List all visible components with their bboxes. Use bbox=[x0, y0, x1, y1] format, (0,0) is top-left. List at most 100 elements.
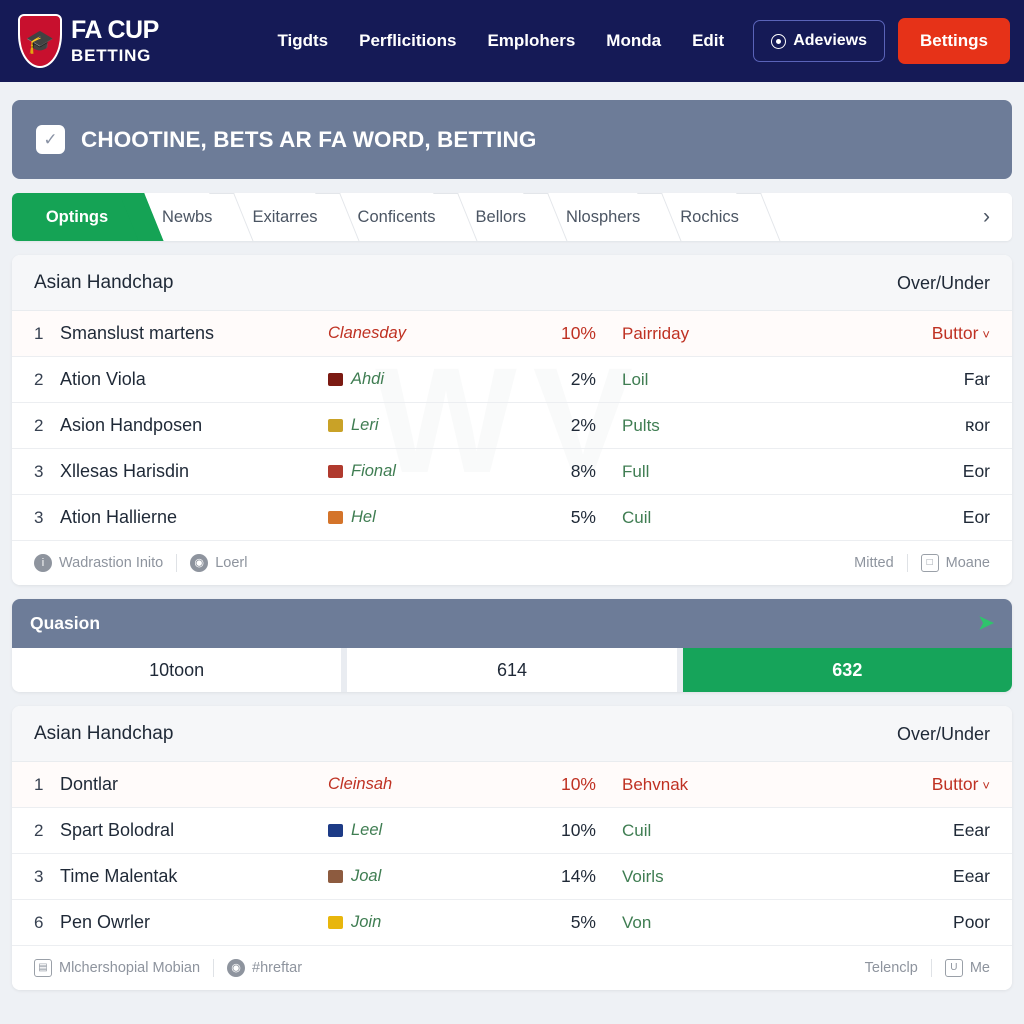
table-row[interactable]: 3 Xllesas Harisdin Fional 8% Full Eor bbox=[12, 449, 1012, 495]
row-middle: Behvnak bbox=[622, 774, 689, 794]
table-row[interactable]: 3 Time Malentak Joal 14% Voirls Eear bbox=[12, 854, 1012, 900]
row-percent: 14% bbox=[560, 866, 596, 886]
tabs-next-icon[interactable]: › bbox=[973, 193, 1012, 241]
flag-icon bbox=[328, 870, 343, 883]
market-rows: 1 Dontlar Cleinsah 10% Behvnak Buttor ˅ 2… bbox=[12, 762, 1012, 946]
market-rows: 1 Smanslust martens Clanesday 10% Pairri… bbox=[12, 311, 1012, 541]
footer-loerl[interactable]: ◉ Loerl bbox=[190, 554, 247, 572]
flag-icon bbox=[328, 511, 343, 524]
footer-wadrastion-inito[interactable]: i Wadrastion Inito bbox=[34, 554, 163, 572]
tab-label: Rochics bbox=[680, 207, 739, 226]
footer-divider bbox=[176, 554, 178, 572]
quasion-option-1[interactable]: 10toon bbox=[12, 648, 342, 692]
location-pin-icon: ◉ bbox=[227, 959, 246, 977]
footer-divider bbox=[906, 554, 908, 572]
nav-link-perflicitions[interactable]: Perflicitions bbox=[359, 31, 456, 51]
footer-divider bbox=[930, 959, 932, 977]
row-percent: 10% bbox=[560, 820, 596, 840]
footer-label: #hreftar bbox=[252, 960, 303, 976]
row-action[interactable]: Far bbox=[964, 369, 990, 390]
footer-me[interactable]: U Me bbox=[944, 959, 990, 977]
row-action[interactable]: Buttor ˅ bbox=[932, 323, 990, 344]
nav-link-emplohers[interactable]: Emplohers bbox=[487, 31, 575, 51]
row-tag: Join bbox=[328, 913, 508, 932]
adeviews-button[interactable]: Adeviews bbox=[753, 20, 885, 62]
row-tag: Ahdi bbox=[328, 370, 508, 389]
row-action[interactable]: Eor bbox=[963, 461, 990, 482]
row-rank: 2 bbox=[34, 415, 44, 435]
row-action[interactable]: Eor bbox=[963, 507, 990, 528]
row-action[interactable]: Buttor ˅ bbox=[932, 774, 990, 795]
tab-label: Exitarres bbox=[252, 207, 318, 226]
over-under-label[interactable]: Over/Under bbox=[897, 273, 990, 294]
chevron-right-icon[interactable]: ➤ bbox=[978, 614, 994, 633]
over-under-label[interactable]: Over/Under bbox=[897, 724, 990, 745]
table-row[interactable]: 3 Ation Hallierne Hel 5% Cuil Eor bbox=[12, 495, 1012, 541]
flag-icon bbox=[328, 824, 343, 837]
row-rank: 2 bbox=[34, 369, 44, 389]
table-row[interactable]: 6 Pen Owrler Join 5% Von Poor bbox=[12, 900, 1012, 946]
market-type-label: Asian Handchap bbox=[34, 272, 174, 293]
card-footer: i Wadrastion Inito ◉ Loerl Mitted □ Moan… bbox=[12, 541, 1012, 585]
footer-hreftar[interactable]: ◉ #hreftar bbox=[227, 959, 302, 977]
row-name: Xllesas Harisdin bbox=[60, 461, 190, 481]
market-card-1: WV Asian Handchap Over/Under 1 Smanslust… bbox=[12, 255, 1012, 585]
tab-optings[interactable]: Optings bbox=[12, 193, 142, 241]
quasion-option-2[interactable]: 614 bbox=[347, 648, 677, 692]
nav-links: Tigdts Perflicitions Emplohers Monda Edi… bbox=[277, 31, 724, 51]
monitor-icon: □ bbox=[920, 554, 939, 572]
row-action[interactable]: Poor bbox=[953, 912, 990, 933]
footer-mitted[interactable]: Mitted bbox=[854, 555, 894, 571]
footer-label: Moane bbox=[945, 555, 990, 571]
row-name: Asion Handposen bbox=[60, 415, 203, 435]
table-row[interactable]: 2 Spart Bolodral Leel 10% Cuil Eear bbox=[12, 808, 1012, 854]
row-rank: 3 bbox=[34, 507, 44, 527]
row-name: Spart Bolodral bbox=[60, 820, 175, 840]
row-action[interactable]: ʀor bbox=[965, 415, 990, 436]
quasion-title: Quasion bbox=[30, 613, 101, 633]
bettings-button[interactable]: Bettings bbox=[898, 18, 1010, 64]
table-row[interactable]: 2 Ation Viola Ahdi 2% Loil Far bbox=[12, 357, 1012, 403]
footer-divider bbox=[213, 959, 215, 977]
row-percent: 10% bbox=[560, 774, 596, 794]
table-row[interactable]: 1 Smanslust martens Clanesday 10% Pairri… bbox=[12, 311, 1012, 357]
footer-label: Mitted bbox=[854, 555, 894, 571]
row-percent: 5% bbox=[570, 912, 596, 932]
row-tag: Hel bbox=[328, 508, 508, 527]
footer-moane[interactable]: □ Moane bbox=[920, 554, 990, 572]
quasion-option-3[interactable]: 632 bbox=[682, 648, 1012, 692]
row-rank: 2 bbox=[34, 820, 44, 840]
row-percent: 10% bbox=[560, 323, 596, 343]
table-row[interactable]: 1 Dontlar Cleinsah 10% Behvnak Buttor ˅ bbox=[12, 762, 1012, 808]
row-middle: Cuil bbox=[622, 820, 652, 840]
footer-label: Loerl bbox=[215, 555, 248, 571]
nav-actions: Adeviews Bettings bbox=[753, 18, 1010, 64]
row-action[interactable]: Eear bbox=[953, 820, 990, 841]
nav-link-edit[interactable]: Edit bbox=[692, 31, 724, 51]
row-rank: 6 bbox=[34, 912, 44, 932]
tab-label: Optings bbox=[45, 207, 109, 226]
footer-label: Wadrastion Inito bbox=[59, 555, 164, 571]
tab-label: Newbs bbox=[162, 207, 213, 226]
globe-icon: ◉ bbox=[190, 554, 209, 572]
breadcrumb-tabs: Optings Newbs Exitarres Conficents Bello… bbox=[12, 193, 1012, 241]
row-tag: Clanesday bbox=[328, 324, 406, 342]
footer-mlchershopial-mobian[interactable]: ▤ Mlchershopial Mobian bbox=[34, 959, 200, 977]
nav-link-monda[interactable]: Monda bbox=[606, 31, 661, 51]
fa-cup-shield-icon: 🎓 bbox=[18, 14, 62, 68]
row-middle: Loil bbox=[622, 369, 649, 389]
row-percent: 5% bbox=[570, 507, 596, 527]
top-navbar: 🎓 FA CUP BETTING Tigdts Perflicitions Em… bbox=[0, 0, 1024, 82]
row-action[interactable]: Eear bbox=[953, 866, 990, 887]
quasion-panel: Quasion ➤ 10toon 614 632 bbox=[12, 599, 1012, 692]
row-middle: Full bbox=[622, 461, 650, 481]
row-rank: 1 bbox=[34, 323, 44, 343]
flag-icon bbox=[328, 373, 343, 386]
page-banner: ✓ CHOOTINE, BETS AR FA WORD, BETTING bbox=[12, 100, 1012, 179]
brand-logo[interactable]: 🎓 FA CUP BETTING bbox=[18, 14, 159, 68]
nav-link-tigdts[interactable]: Tigdts bbox=[277, 31, 328, 51]
row-tag: Cleinsah bbox=[328, 775, 393, 793]
table-row[interactable]: 2 Asion Handposen Leri 2% Pults ʀor bbox=[12, 403, 1012, 449]
brand-line2: BETTING bbox=[71, 46, 152, 65]
footer-telenclp[interactable]: Telenclp bbox=[865, 960, 918, 976]
